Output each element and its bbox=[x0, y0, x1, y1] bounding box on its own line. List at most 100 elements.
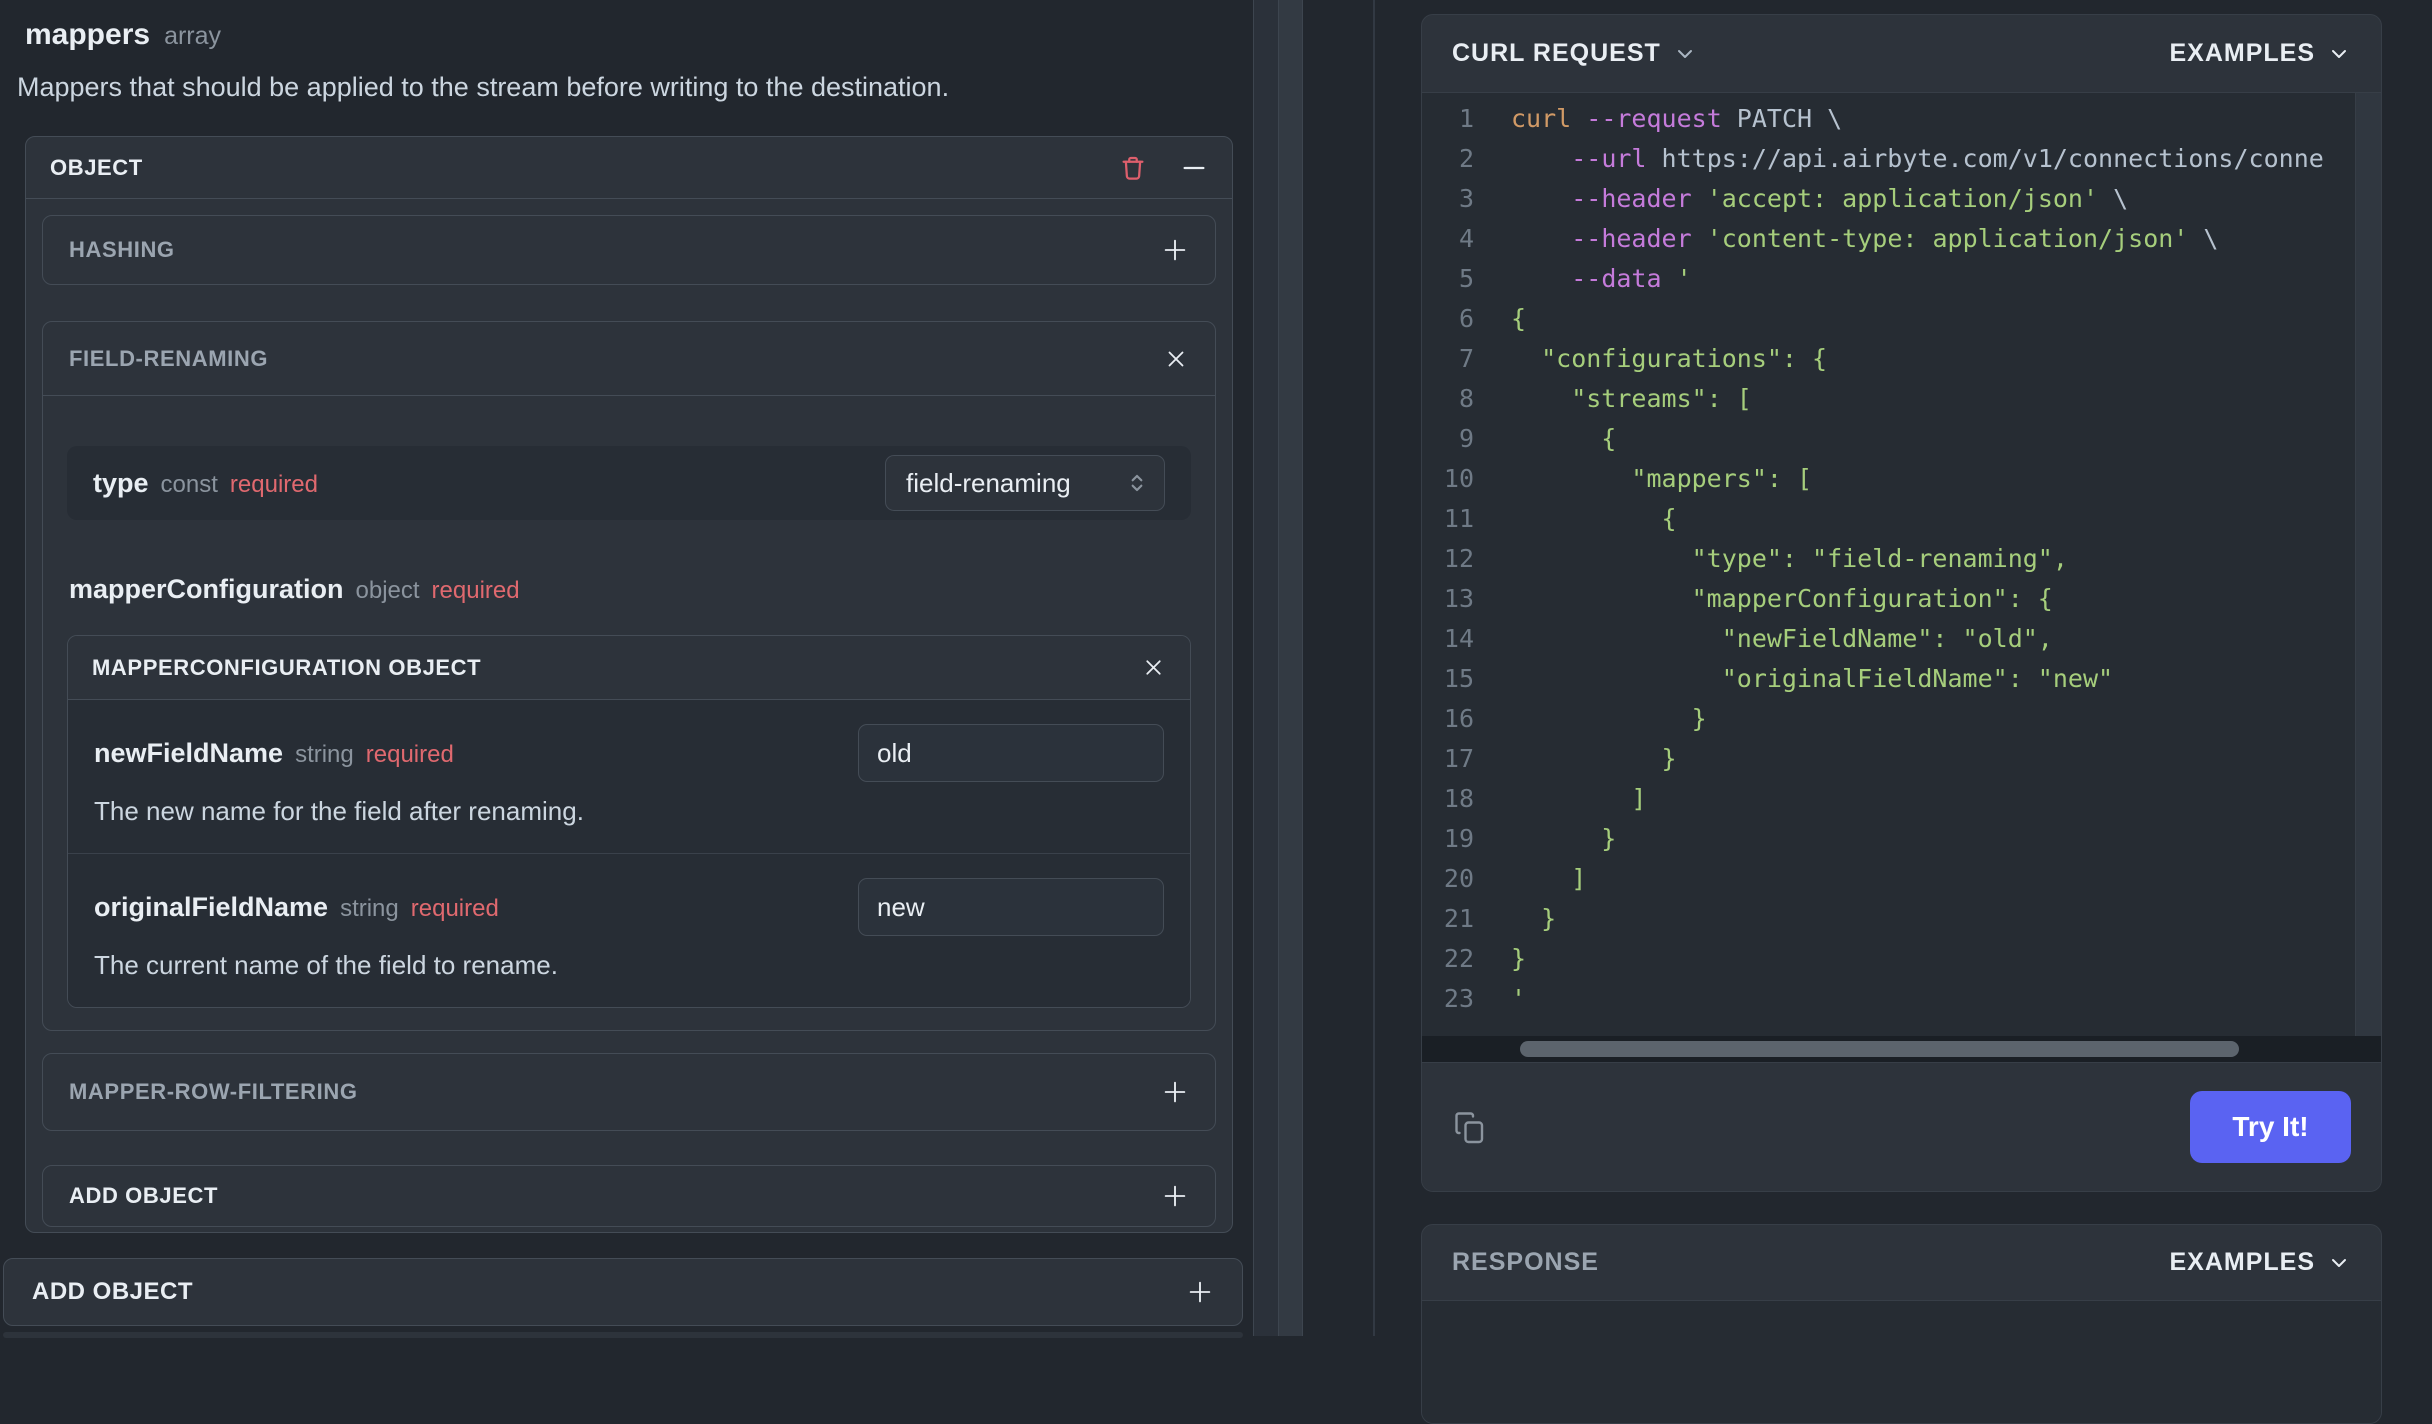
code-line-number: 1 bbox=[1458, 104, 1474, 133]
original-field-name-row: originalFieldName string required The cu… bbox=[68, 853, 1190, 1007]
code-line-number: 10 bbox=[1443, 464, 1474, 493]
property-description: Mappers that should be applied to the st… bbox=[17, 72, 950, 102]
new-field-name-input[interactable] bbox=[858, 724, 1164, 782]
code-line: --url https://api.airbyte.com/v1/connect… bbox=[1571, 144, 2324, 173]
mapper-row-filtering-label: MAPPER-ROW-FILTERING bbox=[69, 1079, 358, 1104]
chevron-down-icon bbox=[1673, 42, 1697, 66]
response-examples-dropdown[interactable]: EXAMPLES bbox=[2169, 1248, 2351, 1277]
type-field-required: required bbox=[229, 470, 318, 498]
code-line: } bbox=[1511, 904, 1557, 933]
code-line: --header 'accept: application/json' \ bbox=[1571, 184, 2129, 213]
code-line-number: 12 bbox=[1443, 544, 1474, 573]
type-select-value: field-renaming bbox=[906, 467, 1071, 498]
code-line: "type": "field-renaming", bbox=[1511, 544, 2068, 573]
object-panel-title: OBJECT bbox=[50, 154, 143, 180]
code-line: ] bbox=[1511, 864, 1587, 893]
add-object-outer-label: ADD OBJECT bbox=[32, 1278, 194, 1305]
code-line: "configurations": { bbox=[1511, 344, 1828, 373]
mapper-configuration-object-panel: MAPPERCONFIGURATION OBJECT newFieldName … bbox=[67, 635, 1191, 1008]
code-lines: curl --request PATCH \ --url https://api… bbox=[1511, 99, 2381, 1036]
code-line-number: 7 bbox=[1458, 344, 1474, 373]
code-line-number: 19 bbox=[1443, 824, 1474, 853]
mapper-configuration-label-row: mapperConfiguration object required bbox=[67, 574, 1191, 605]
field-renaming-section: FIELD-RENAMING type const required field… bbox=[42, 321, 1216, 1031]
code-line-number: 21 bbox=[1443, 904, 1474, 933]
hashing-section-toggle[interactable]: HASHING bbox=[42, 215, 1216, 285]
copy-icon[interactable] bbox=[1452, 1109, 1488, 1145]
plus-icon[interactable] bbox=[1186, 1278, 1214, 1306]
code-line-number: 3 bbox=[1458, 184, 1474, 213]
code-gutter: 1 2 3 4 5 6 7 8 9 10 11 12 13 14 15 16 17 18 19 20 21 22 23 bbox=[1422, 99, 1474, 1036]
original-field-name-kind: string bbox=[340, 894, 399, 922]
add-object-button-inner[interactable]: ADD OBJECT bbox=[42, 1165, 1216, 1227]
type-field-kind: const bbox=[160, 470, 218, 498]
up-down-chevrons-icon bbox=[1124, 470, 1150, 496]
new-field-name-kind: string bbox=[295, 740, 354, 768]
close-icon[interactable] bbox=[1141, 655, 1166, 680]
original-field-name-label: originalFieldName bbox=[94, 891, 329, 922]
curl-request-panel: CURL REQUEST EXAMPLES 1 2 3 4 5 6 7 8 9 10 11 12 13 1… bbox=[1421, 14, 2382, 1192]
plus-icon[interactable] bbox=[1161, 236, 1189, 264]
code-line-number: 23 bbox=[1443, 984, 1474, 1013]
code-horizontal-scrollbar-track[interactable] bbox=[1422, 1036, 2381, 1062]
type-select[interactable]: field-renaming bbox=[885, 455, 1165, 511]
code-line: curl --request PATCH \ bbox=[1511, 104, 1843, 133]
response-code-block bbox=[1422, 1301, 2381, 1423]
close-icon[interactable] bbox=[1163, 346, 1189, 372]
code-line: } bbox=[1511, 824, 1617, 853]
plus-icon[interactable] bbox=[1161, 1182, 1189, 1210]
code-line-number: 22 bbox=[1443, 944, 1474, 973]
code-vertical-scrollbar[interactable] bbox=[2355, 93, 2381, 1036]
try-it-button[interactable]: Try It! bbox=[2190, 1091, 2351, 1163]
code-line-number: 9 bbox=[1458, 424, 1474, 453]
object-panel-header: OBJECT bbox=[26, 137, 1232, 199]
response-panel: RESPONSE EXAMPLES bbox=[1421, 1224, 2382, 1424]
mapper-configuration-object-title: MAPPERCONFIGURATION OBJECT bbox=[92, 654, 482, 680]
code-line: "mapperConfiguration": { bbox=[1511, 584, 2053, 613]
code-line-number: 8 bbox=[1458, 384, 1474, 413]
examples-dropdown[interactable]: EXAMPLES bbox=[2169, 39, 2351, 68]
curl-request-footer: Try It! bbox=[1422, 1062, 2381, 1191]
mapper-row-filtering-toggle[interactable]: MAPPER-ROW-FILTERING bbox=[42, 1053, 1216, 1131]
type-field-row: type const required field-renaming bbox=[67, 446, 1191, 520]
code-line: --data ' bbox=[1571, 264, 1692, 293]
minus-icon[interactable] bbox=[1180, 154, 1208, 182]
original-field-name-input[interactable] bbox=[858, 878, 1164, 936]
response-title-wrap: RESPONSE bbox=[1452, 1248, 1599, 1277]
next-panel-edge bbox=[3, 1332, 1243, 1338]
examples-label: EXAMPLES bbox=[2169, 39, 2315, 67]
trash-icon[interactable] bbox=[1118, 153, 1148, 183]
code-line: "newFieldName": "old", bbox=[1511, 624, 2053, 653]
code-line: { bbox=[1511, 304, 1527, 333]
new-field-name-label: newFieldName bbox=[94, 737, 284, 768]
field-renaming-header[interactable]: FIELD-RENAMING bbox=[43, 322, 1215, 396]
code-line: { bbox=[1511, 424, 1617, 453]
code-horizontal-scrollbar-thumb[interactable] bbox=[1520, 1041, 2239, 1057]
column-gutter-track bbox=[1253, 0, 1279, 1336]
code-line-number: 2 bbox=[1458, 144, 1474, 173]
code-line-number: 14 bbox=[1443, 624, 1474, 653]
code-line-number: 16 bbox=[1443, 704, 1474, 733]
response-header: RESPONSE EXAMPLES bbox=[1422, 1225, 2381, 1301]
chevron-down-icon bbox=[2327, 1251, 2351, 1275]
plus-icon[interactable] bbox=[1161, 1078, 1189, 1106]
new-field-name-row: newFieldName string required The new nam… bbox=[68, 700, 1190, 853]
curl-request-selector[interactable]: CURL REQUEST bbox=[1452, 39, 1697, 68]
original-field-name-required: required bbox=[410, 894, 499, 922]
code-line: "streams": [ bbox=[1511, 384, 1752, 413]
code-line: } bbox=[1511, 704, 1707, 733]
code-line: ] bbox=[1511, 784, 1647, 813]
original-field-name-description: The current name of the field to rename. bbox=[94, 950, 558, 980]
curl-request-header: CURL REQUEST EXAMPLES bbox=[1422, 15, 2381, 93]
mapper-configuration-kind: object bbox=[355, 577, 420, 604]
response-examples-label: EXAMPLES bbox=[2169, 1248, 2315, 1276]
column-gutter-scrollbar[interactable] bbox=[1279, 0, 1303, 1336]
chevron-down-icon bbox=[2327, 42, 2351, 66]
code-line: "mappers": [ bbox=[1511, 464, 1813, 493]
code-line: ' bbox=[1511, 984, 1527, 1013]
code-line-number: 5 bbox=[1458, 264, 1474, 293]
code-block: 1 2 3 4 5 6 7 8 9 10 11 12 13 14 15 16 17 18 19 20 21 22 23 cu… bbox=[1422, 93, 2381, 1036]
code-line: { bbox=[1511, 504, 1677, 533]
add-object-button-outer[interactable]: ADD OBJECT bbox=[3, 1258, 1243, 1326]
add-object-label: ADD OBJECT bbox=[69, 1183, 219, 1208]
